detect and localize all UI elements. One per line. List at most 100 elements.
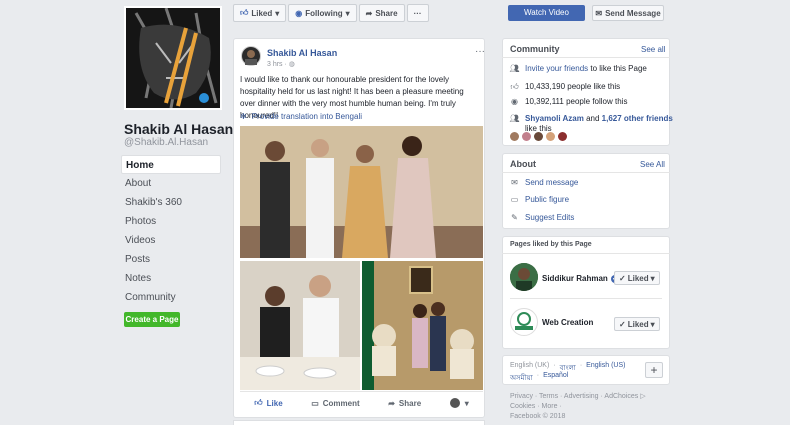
suggest-edits-link[interactable]: Suggest Edits bbox=[525, 213, 574, 222]
liked-label: Liked bbox=[251, 8, 273, 18]
chevron-down-icon: ▾ bbox=[345, 8, 350, 18]
share-arrow-icon: ➦ bbox=[365, 8, 373, 18]
category-icon: ▭ bbox=[510, 195, 519, 204]
category-row: ▭ Public figure bbox=[510, 195, 569, 204]
nav-item-videos[interactable]: Videos bbox=[121, 231, 221, 250]
more-label: ··· bbox=[413, 8, 422, 18]
post-photo-3[interactable] bbox=[362, 261, 483, 390]
language-assamese[interactable]: অসমীয়া bbox=[510, 372, 533, 384]
language-espanol[interactable]: Español bbox=[543, 372, 568, 384]
follows-count-row: ◉ 10,392,111 people follow this bbox=[510, 97, 627, 106]
invite-friends-row: 👥︎ Invite your friends to like this Page bbox=[509, 64, 646, 73]
watch-video-button[interactable]: Watch Video bbox=[508, 5, 585, 21]
pages-liked-item-divider bbox=[510, 298, 662, 299]
siddikur-liked-label: Liked bbox=[627, 273, 649, 283]
post-menu-button[interactable]: ··· bbox=[475, 46, 485, 57]
invite-friends-link[interactable]: Invite your friends bbox=[525, 64, 588, 73]
friends-and-text: and bbox=[586, 114, 600, 123]
post-photo-2[interactable] bbox=[240, 261, 360, 390]
post-photo-1[interactable] bbox=[240, 126, 483, 258]
category-link[interactable]: Public figure bbox=[525, 195, 569, 204]
chevron-down-icon: ▾ bbox=[464, 398, 469, 408]
about-send-message-row: ✉ Send message bbox=[510, 178, 578, 187]
post-time-text: 3 hrs bbox=[267, 61, 283, 68]
nav-item-360[interactable]: Shakib's 360 bbox=[121, 193, 221, 212]
page-title: Shakib Al Hasan ✓ bbox=[124, 121, 249, 137]
community-see-all-link[interactable]: See all bbox=[641, 45, 665, 54]
friend-avatar[interactable] bbox=[558, 132, 567, 141]
about-see-all-link[interactable]: See All bbox=[640, 160, 665, 169]
other-friends-link[interactable]: 1,627 other friends bbox=[602, 114, 673, 123]
pages-liked-divider bbox=[502, 253, 670, 254]
translate-link[interactable]: ✲ Provide translation into Bengali bbox=[240, 112, 362, 121]
thumbs-up-icon: 👍︎ bbox=[254, 398, 263, 407]
more-options-button[interactable]: ··· bbox=[406, 4, 429, 22]
globe-icon: · ◍ bbox=[284, 61, 295, 68]
thumbs-up-icon: 👍︎ bbox=[240, 8, 249, 17]
next-post-card bbox=[233, 420, 485, 425]
messenger-icon: ✉ bbox=[511, 178, 518, 187]
comment-button[interactable]: ▭ Comment bbox=[311, 399, 359, 408]
page-item-web-creation[interactable]: Web Creation bbox=[542, 318, 593, 327]
page-handle[interactable]: @Shakib.Al.Hasan bbox=[124, 137, 208, 148]
community-divider bbox=[502, 57, 670, 58]
footer-line-2[interactable]: Cookies · More · bbox=[510, 402, 646, 412]
actor-selector[interactable]: ▾ bbox=[449, 398, 469, 408]
friend-name-link[interactable]: Shyamoli Azam bbox=[525, 114, 584, 123]
nav-item-posts[interactable]: Posts bbox=[121, 250, 221, 269]
share-post-button[interactable]: ➦ Share bbox=[388, 399, 421, 408]
follows-count-text: 10,392,111 people follow this bbox=[525, 97, 628, 106]
like-label: Like bbox=[266, 398, 283, 408]
post-timestamp[interactable]: 3 hrs · ◍ bbox=[267, 60, 295, 68]
about-send-message-link[interactable]: Send message bbox=[525, 178, 578, 187]
about-divider bbox=[502, 172, 670, 173]
gear-icon: ✲ bbox=[240, 112, 247, 121]
friend-avatar[interactable] bbox=[510, 132, 519, 141]
nav-item-about[interactable]: About bbox=[121, 174, 221, 193]
friends-like-row: 👥︎ Shyamoli Azam and 1,627 other friends… bbox=[509, 114, 673, 134]
web-creation-liked-button[interactable]: ✓ Liked ▾ bbox=[614, 317, 660, 331]
friend-avatar[interactable] bbox=[534, 132, 543, 141]
footer-line-1[interactable]: Privacy · Terms · Advertising · AdChoice… bbox=[510, 392, 646, 402]
post-author-link[interactable]: Shakib Al Hasan bbox=[267, 48, 337, 58]
web-creation-logo[interactable] bbox=[510, 308, 538, 336]
send-message-button[interactable]: ✉ Send Message bbox=[592, 5, 664, 21]
checkmark-icon: ✓ bbox=[619, 319, 626, 329]
like-button[interactable]: 👍︎ Like bbox=[254, 398, 282, 408]
invite-friends-icon: 👥︎ bbox=[509, 64, 520, 73]
community-title: Community bbox=[510, 44, 560, 54]
about-title: About bbox=[510, 159, 536, 169]
friend-avatar[interactable] bbox=[522, 132, 531, 141]
friend-avatar[interactable] bbox=[546, 132, 555, 141]
languages-line-2: অসমীয়া · Español bbox=[510, 372, 569, 384]
share-arrow-icon: ➦ bbox=[388, 398, 395, 408]
following-label: Following bbox=[305, 8, 343, 18]
post-actions: 👍︎ Like ▭ Comment ➦ Share ▾ bbox=[240, 396, 483, 410]
post-divider bbox=[240, 391, 483, 392]
messenger-icon: ✉ bbox=[595, 8, 603, 18]
siddikur-avatar[interactable] bbox=[510, 263, 538, 291]
siddikur-liked-button[interactable]: ✓ Liked ▾ bbox=[614, 271, 660, 285]
page-name-text: Shakib Al Hasan bbox=[124, 121, 234, 137]
rss-icon: ◉ bbox=[511, 97, 518, 106]
pencil-icon: ✎ bbox=[511, 213, 518, 222]
nav-item-community[interactable]: Community bbox=[121, 288, 221, 307]
nav-item-notes[interactable]: Notes bbox=[121, 269, 221, 288]
liked-button[interactable]: 👍︎ Liked ▾ bbox=[233, 4, 287, 22]
nav-item-photos[interactable]: Photos bbox=[121, 212, 221, 231]
following-button[interactable]: ◉ Following ▾ bbox=[288, 4, 357, 22]
nav-item-home[interactable]: Home bbox=[121, 155, 221, 174]
profile-picture[interactable] bbox=[124, 6, 222, 110]
add-language-button[interactable]: + bbox=[645, 362, 663, 378]
create-page-button[interactable]: Create a Page bbox=[124, 312, 180, 327]
chevron-down-icon: ▾ bbox=[650, 273, 655, 283]
language-english-us[interactable]: English (US) bbox=[586, 362, 625, 374]
page-action-bar: 👍︎ Liked ▾ ◉ Following ▾ ➦ Share ··· bbox=[233, 4, 497, 22]
page-item-siddikur[interactable]: Siddikur Rahman ✓ bbox=[542, 274, 619, 283]
post-author-avatar[interactable] bbox=[241, 46, 261, 66]
actor-avatar bbox=[449, 398, 460, 408]
thumbs-up-icon: 👍︎ bbox=[510, 81, 519, 91]
share-button[interactable]: ➦ Share bbox=[358, 4, 405, 22]
share-post-label: Share bbox=[398, 398, 422, 408]
rss-icon: ◉ bbox=[295, 8, 303, 18]
